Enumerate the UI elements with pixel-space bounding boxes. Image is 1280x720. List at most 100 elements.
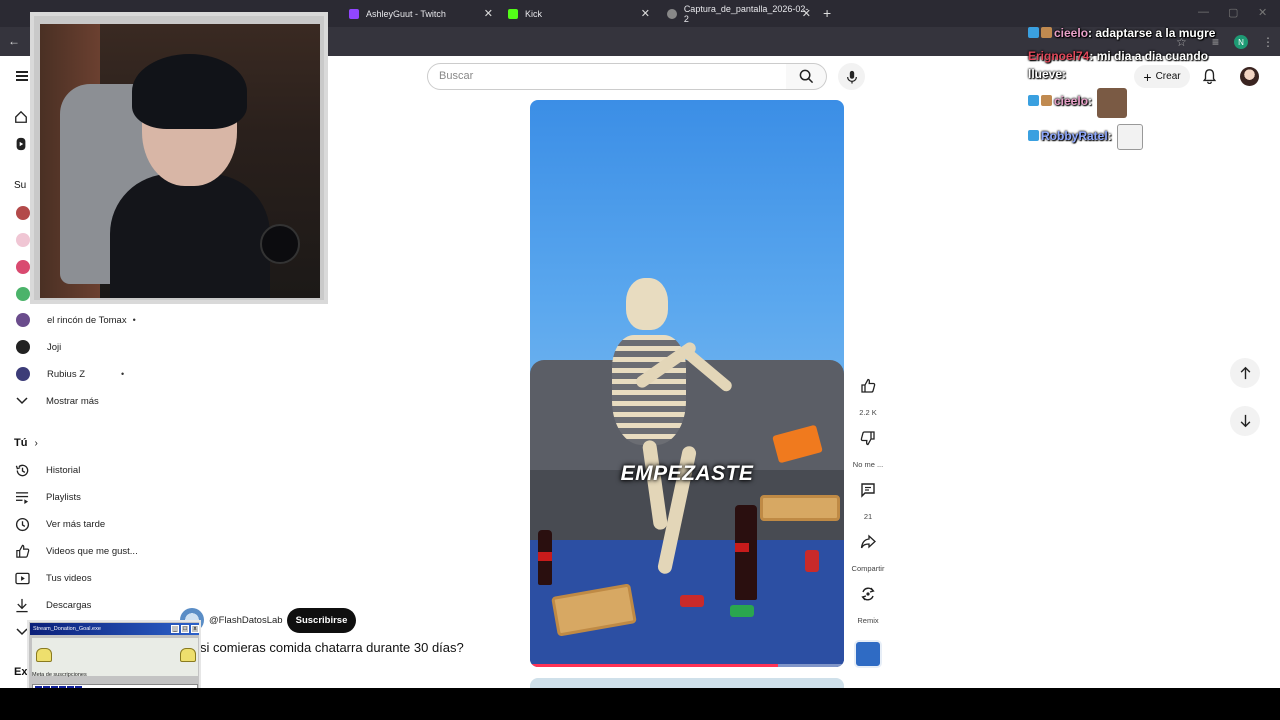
channel-name: Joji xyxy=(47,341,62,353)
explore-heading[interactable]: Ex xyxy=(14,666,27,678)
sidebar-item-downloads[interactable]: Descargas xyxy=(14,597,91,613)
chat-text: llueve xyxy=(1028,67,1063,81)
subscribe-button[interactable]: Suscribirse xyxy=(287,608,356,633)
arrow-up-icon xyxy=(1240,366,1250,380)
previous-short-button[interactable] xyxy=(1230,358,1260,388)
cat-emote xyxy=(1117,124,1143,150)
close-window-icon[interactable]: ✕ xyxy=(1258,6,1267,19)
soda-can xyxy=(730,605,754,617)
dislike-button[interactable]: No me ... xyxy=(848,424,888,469)
comment-count: 21 xyxy=(863,512,873,521)
close-icon[interactable]: ✕ xyxy=(802,7,811,20)
sidebar-item-label: Playlists xyxy=(46,491,81,503)
bell-icon xyxy=(180,648,196,662)
close-icon[interactable]: ✕ xyxy=(641,7,650,20)
browser-profile-avatar[interactable]: N xyxy=(1234,35,1248,49)
sidebar-channel-rubius[interactable]: Rubius Z • xyxy=(16,367,124,381)
shorts-icon xyxy=(16,137,26,151)
subscriptions-heading[interactable]: Su xyxy=(14,180,26,191)
home-icon-partial[interactable] xyxy=(14,110,28,124)
badge-icon xyxy=(1028,27,1039,38)
remix-icon xyxy=(854,580,882,608)
close-icon: x xyxy=(191,625,199,633)
remix-button[interactable]: Remix xyxy=(848,580,888,625)
soda-bottle xyxy=(735,505,757,600)
close-icon[interactable]: ✕ xyxy=(484,7,493,20)
tab-label: Kick xyxy=(525,9,543,19)
next-short-button[interactable] xyxy=(1230,406,1260,436)
channel-avatar[interactable] xyxy=(16,260,30,274)
twitch-icon xyxy=(349,9,359,19)
watch-later-icon xyxy=(14,516,30,532)
sidebar-item-liked-videos[interactable]: Videos que me gust... xyxy=(14,543,138,559)
create-button[interactable]: + Crear xyxy=(1134,65,1190,88)
tab-screenshot[interactable]: Captura_de_pantalla_2026-02-2 ✕ xyxy=(667,3,811,25)
liked-videos-icon xyxy=(14,543,30,559)
you-label: Tú xyxy=(14,437,28,449)
channel-avatar[interactable] xyxy=(16,233,30,247)
video-caption: EMPEZASTE xyxy=(620,462,754,485)
shorts-icon-partial[interactable] xyxy=(14,137,28,151)
like-button[interactable]: 2.2 K xyxy=(848,372,888,417)
search-icon xyxy=(799,69,813,84)
history-icon xyxy=(14,462,30,478)
tab-kick[interactable]: Kick ✕ xyxy=(508,3,650,25)
tab-label: AshleyGuut - Twitch xyxy=(366,9,446,19)
letterbox-bar xyxy=(0,688,1280,720)
tab-label: Captura_de_pantalla_2026-02-2 xyxy=(683,4,809,24)
chat-user: Erignoel74 xyxy=(1028,49,1090,63)
badge-icon xyxy=(1041,95,1052,106)
channel-avatar[interactable] xyxy=(16,287,30,301)
avatar xyxy=(16,340,30,354)
next-short-preview[interactable] xyxy=(530,678,844,688)
show-more-button[interactable]: Mostrar más xyxy=(14,393,99,409)
chat-colon: : xyxy=(1088,94,1093,108)
sidebar-item-historial[interactable]: Historial xyxy=(14,462,80,478)
bell-icon xyxy=(36,648,52,662)
short-title[interactable]: si comieras comida chatarra durante 30 d… xyxy=(200,640,464,655)
tab-twitch[interactable]: AshleyGuut - Twitch ✕ xyxy=(349,3,493,25)
you-section-heading[interactable]: Tú › xyxy=(14,437,38,449)
live-dot: • xyxy=(132,315,136,325)
minimize-icon[interactable]: — xyxy=(1198,6,1209,18)
search-button[interactable] xyxy=(786,63,827,90)
menu-dots-icon[interactable]: ⋮ xyxy=(1262,35,1274,49)
chat-text: mi dia a dia cuando xyxy=(1093,49,1209,63)
kick-icon xyxy=(508,9,518,19)
badge-icon xyxy=(1028,95,1039,106)
widget-label: Meta de suscripciones xyxy=(32,672,87,678)
sound-thumbnail[interactable] xyxy=(854,640,882,668)
home-icon xyxy=(15,110,27,123)
sidebar-item-playlists[interactable]: Playlists xyxy=(14,489,81,505)
minimize-icon: _ xyxy=(171,625,179,633)
sidebar-item-label: Ver más tarde xyxy=(46,518,106,530)
back-icon[interactable]: ← xyxy=(8,34,20,48)
comments-button[interactable]: 21 xyxy=(848,476,888,521)
new-tab-icon[interactable]: + xyxy=(823,5,831,21)
voice-search-button[interactable] xyxy=(838,63,865,90)
channel-handle[interactable]: @FlashDatosLab xyxy=(209,615,283,626)
sidebar-channel-tomax[interactable]: el rincón de Tomax • xyxy=(16,313,136,327)
notifications-button[interactable] xyxy=(1202,68,1217,89)
dislike-label: No me ... xyxy=(852,460,884,469)
streamer-figure xyxy=(110,174,270,298)
pizza-box xyxy=(760,495,840,521)
comment-icon xyxy=(854,476,882,504)
sidebar-item-label: Historial xyxy=(46,464,81,476)
menu-icon[interactable] xyxy=(16,71,28,81)
chat-message: Erignoel74: mi dia a dia cuando xyxy=(1028,49,1208,63)
channel-avatar[interactable] xyxy=(16,206,30,220)
thumbs-down-icon xyxy=(854,424,882,452)
sidebar-item-your-videos[interactable]: Tus videos xyxy=(14,570,92,586)
microphone-figure xyxy=(260,224,300,264)
maximize-icon[interactable]: ▢ xyxy=(1228,6,1238,19)
soda-can xyxy=(680,595,704,607)
share-button[interactable]: Compartir xyxy=(848,528,888,573)
like-count: 2.2 K xyxy=(859,408,877,417)
sidebar-item-watch-later[interactable]: Ver más tarde xyxy=(14,516,105,532)
soda-bottle xyxy=(538,530,552,585)
search-input[interactable]: Buscar xyxy=(427,63,787,90)
short-video-player[interactable]: EMPEZASTE xyxy=(530,100,844,667)
user-avatar[interactable] xyxy=(1240,67,1259,86)
sidebar-channel-joji[interactable]: Joji xyxy=(16,340,61,354)
